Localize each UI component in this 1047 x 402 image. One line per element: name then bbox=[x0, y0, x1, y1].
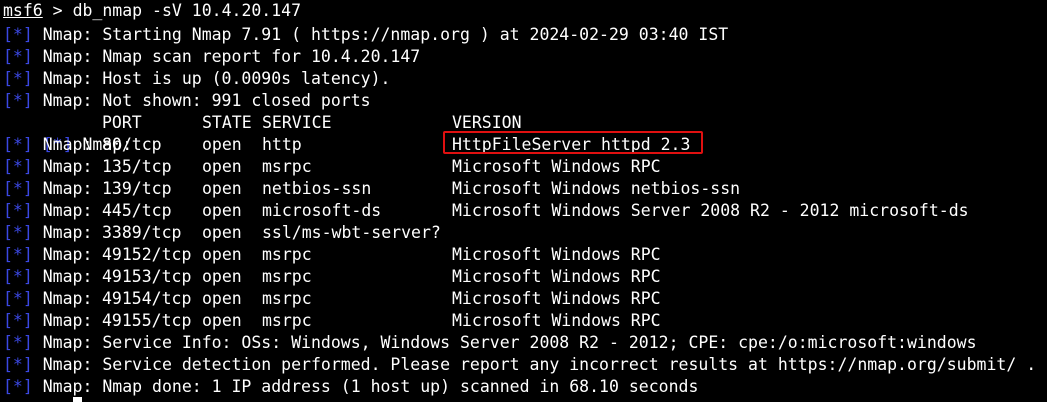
table-row: [*] Nmap: 49152/tcp open msrpc Microsoft Wi… bbox=[3, 244, 1043, 266]
state-cell: open bbox=[202, 267, 242, 286]
output-line: [*] Nmap: Host is up (0.0090s latency). bbox=[3, 68, 390, 90]
output-text: Nmap: Host is up (0.0090s latency). bbox=[32, 69, 391, 88]
service-cell: msrpc bbox=[262, 157, 312, 176]
output-line: [*] Nmap: Service Info: OSs: Windows, Wi… bbox=[3, 332, 977, 354]
nmap-prefix: Nmap: bbox=[32, 311, 103, 330]
info-tag: [*] bbox=[3, 289, 33, 308]
service-cell: msrpc bbox=[262, 267, 312, 286]
info-tag: [*] bbox=[3, 223, 33, 242]
output-text: Nmap: Nmap done: 1 IP address (1 host up… bbox=[32, 377, 699, 396]
version-cell: Microsoft Windows RPC bbox=[452, 267, 661, 286]
info-tag: [*] bbox=[3, 267, 33, 286]
info-tag: [*] bbox=[3, 25, 33, 44]
info-tag: [*] bbox=[3, 47, 33, 66]
port-cell: 3389/tcp bbox=[102, 223, 182, 242]
nmap-prefix: Nmap: bbox=[32, 245, 103, 264]
port-cell: 135/tcp bbox=[102, 157, 172, 176]
info-tag: [*] bbox=[3, 311, 33, 330]
prompt-symbol: > bbox=[42, 1, 73, 20]
port-cell: 139/tcp bbox=[102, 179, 172, 198]
port-cell: 80/tcp bbox=[102, 135, 162, 154]
output-text: Nmap: Service Info: OSs: Windows, Window… bbox=[32, 333, 977, 352]
nmap-prefix: Nmap: bbox=[32, 289, 103, 308]
nmap-prefix: Nmap: bbox=[32, 157, 103, 176]
info-tag: [*] bbox=[3, 157, 33, 176]
state-cell: open bbox=[202, 289, 242, 308]
info-tag: [*] bbox=[3, 245, 33, 264]
port-cell: 49153/tcp bbox=[102, 267, 192, 286]
highlight-box bbox=[443, 131, 703, 154]
output-line: [*] Nmap: Service detection performed. P… bbox=[3, 354, 1036, 376]
nmap-prefix: Nmap: bbox=[32, 267, 103, 286]
port-cell: 49154/tcp bbox=[102, 289, 192, 308]
state-cell: open bbox=[202, 223, 242, 242]
state-cell: open bbox=[202, 157, 242, 176]
port-cell: 49155/tcp bbox=[102, 311, 192, 330]
table-row: [*] Nmap: 49155/tcp open msrpc Microsoft Wi… bbox=[3, 310, 1043, 332]
info-tag: [*] bbox=[3, 377, 33, 396]
column-header-port: PORT bbox=[102, 113, 142, 132]
version-cell: Microsoft Windows netbios-ssn bbox=[452, 179, 741, 198]
service-cell: msrpc bbox=[262, 245, 312, 264]
state-cell: open bbox=[202, 201, 242, 220]
nmap-prefix: Nmap: bbox=[32, 223, 103, 242]
nmap-prefix: Nmap: bbox=[32, 135, 103, 154]
column-header-state: STATE bbox=[202, 113, 252, 132]
service-cell: msrpc bbox=[262, 289, 312, 308]
output-line: [*] Nmap: Nmap scan report for 10.4.20.1… bbox=[3, 46, 420, 68]
output-line: [*] Nmap: Not shown: 991 closed ports bbox=[3, 90, 371, 112]
info-tag: [*] bbox=[3, 355, 33, 374]
info-tag: [*] bbox=[3, 91, 33, 110]
column-header-service: SERVICE bbox=[262, 113, 332, 132]
state-cell: open bbox=[202, 179, 242, 198]
version-cell: Microsoft Windows RPC bbox=[452, 289, 661, 308]
output-line: [*] Nmap: Nmap done: 1 IP address (1 hos… bbox=[3, 376, 698, 398]
state-cell: open bbox=[202, 135, 242, 154]
output-line: [*] Nmap: Starting Nmap 7.91 ( https://n… bbox=[3, 24, 728, 46]
nmap-prefix: Nmap: bbox=[32, 201, 103, 220]
table-row: [*] Nmap: 139/tcp open netbios-ssn Microsof… bbox=[3, 178, 1043, 200]
port-cell: 49152/tcp bbox=[102, 245, 192, 264]
output-text: Nmap: Nmap scan report for 10.4.20.147 bbox=[32, 47, 421, 66]
table-row: [*] Nmap: 49153/tcp open msrpc Microsoft Wi… bbox=[3, 266, 1043, 288]
state-cell: open bbox=[202, 245, 242, 264]
info-tag: [*] bbox=[3, 135, 33, 154]
command-prompt-line: msf6 > db_nmap -sV 10.4.20.147 bbox=[3, 0, 301, 22]
table-row: [*] Nmap: 49154/tcp open msrpc Microsoft Wi… bbox=[3, 288, 1043, 310]
version-cell: Microsoft Windows Server 2008 R2 - 2012 … bbox=[452, 201, 969, 220]
port-cell: 445/tcp bbox=[102, 201, 172, 220]
info-tag: [*] bbox=[3, 179, 33, 198]
service-cell: netbios-ssn bbox=[262, 179, 372, 198]
command-text: db_nmap -sV 10.4.20.147 bbox=[72, 1, 302, 20]
output-text: Nmap: Service detection performed. Pleas… bbox=[32, 355, 1037, 374]
terminal-cursor bbox=[73, 397, 82, 402]
output-text: Nmap: Starting Nmap 7.91 ( https://nmap.… bbox=[32, 25, 729, 44]
info-tag: [*] bbox=[3, 201, 33, 220]
table-row: [*] Nmap: 445/tcp open microsoft-ds Microso… bbox=[3, 200, 1043, 222]
service-cell: ssl/ms-wbt-server? bbox=[262, 223, 441, 242]
version-cell: Microsoft Windows RPC bbox=[452, 157, 661, 176]
state-cell: open bbox=[202, 311, 242, 330]
table-row: [*] Nmap: 3389/tcp open ssl/ms-wbt-server? bbox=[3, 222, 1043, 244]
nmap-prefix: Nmap: bbox=[32, 179, 103, 198]
terminal-window[interactable]: msf6 > db_nmap -sV 10.4.20.147 [*] Nmap:… bbox=[0, 0, 1047, 402]
info-tag: [*] bbox=[3, 69, 33, 88]
table-row: [*] Nmap: 135/tcp open msrpc Microsoft Wind… bbox=[3, 156, 1043, 178]
prompt-name: msf6 bbox=[3, 1, 43, 20]
service-cell: microsoft-ds bbox=[262, 201, 382, 220]
service-cell: msrpc bbox=[262, 311, 312, 330]
service-cell: http bbox=[262, 135, 302, 154]
version-cell: Microsoft Windows RPC bbox=[452, 311, 661, 330]
info-tag: [*] bbox=[3, 333, 33, 352]
output-text: Nmap: Not shown: 991 closed ports bbox=[32, 91, 371, 110]
version-cell: Microsoft Windows RPC bbox=[452, 245, 661, 264]
